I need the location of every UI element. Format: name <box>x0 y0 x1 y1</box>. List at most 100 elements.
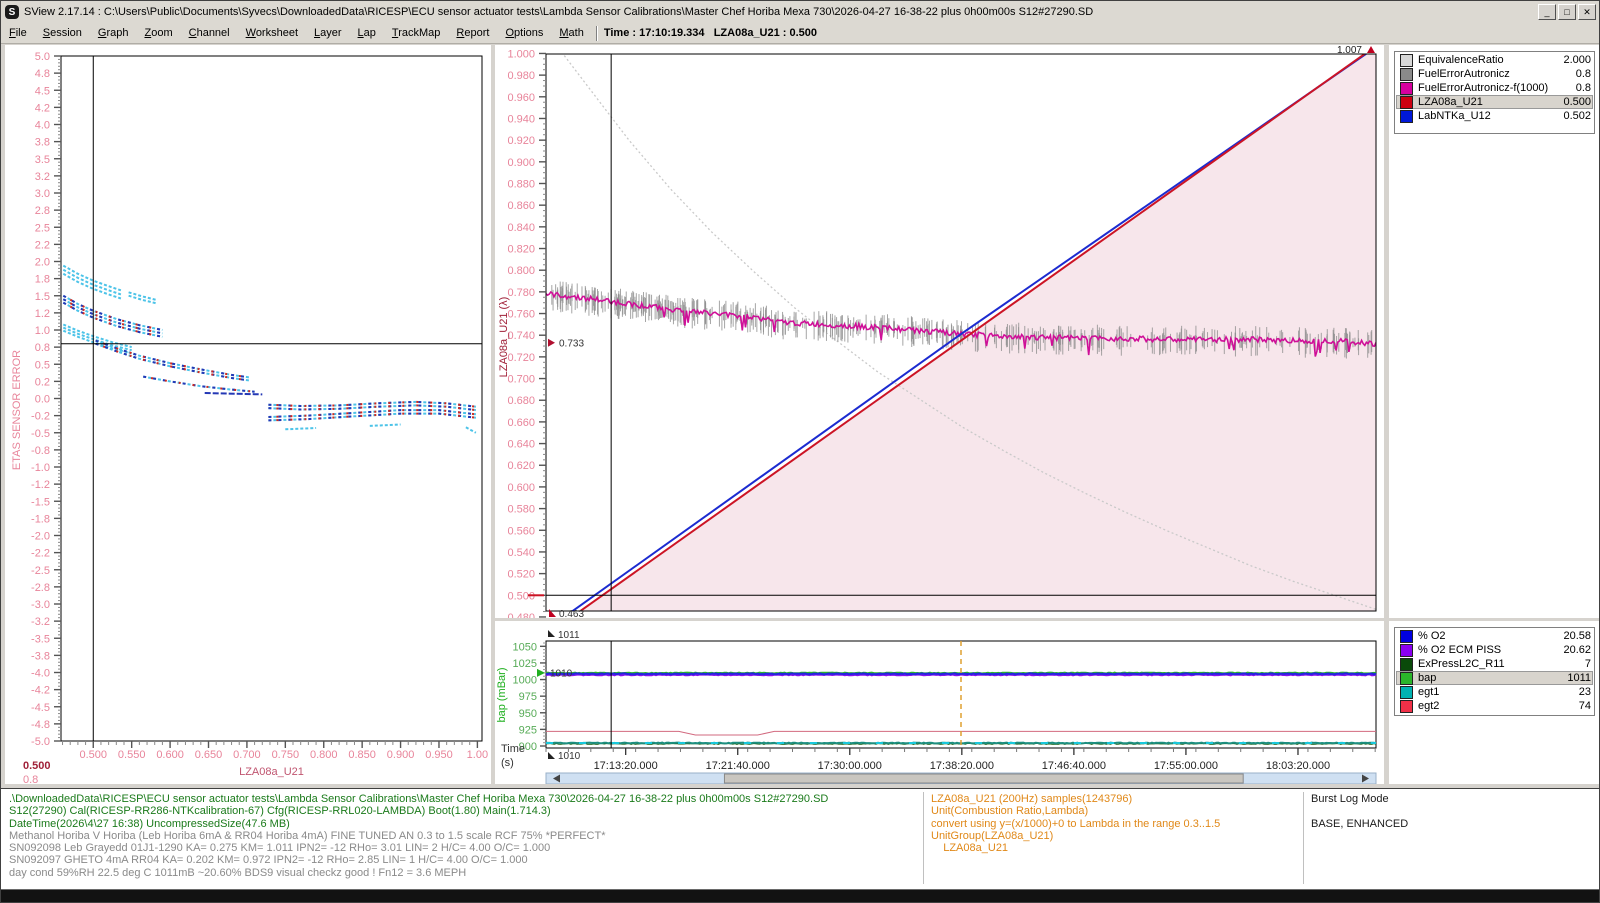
svg-text:-0.5: -0.5 <box>31 428 50 440</box>
maximize-button[interactable]: □ <box>1558 4 1576 20</box>
time-scrollbar[interactable] <box>546 773 1376 784</box>
menu-report[interactable]: Report <box>448 25 497 41</box>
menu-channel[interactable]: Channel <box>181 25 238 41</box>
strip-legend-row-expressl2c-r11[interactable]: ExPressL2C_R117 <box>1396 657 1593 671</box>
svg-text:0.980: 0.980 <box>507 70 535 82</box>
channel-value: 7 <box>1585 658 1591 670</box>
svg-text:0.850: 0.850 <box>348 749 376 761</box>
menu-math[interactable]: Math <box>551 25 591 41</box>
svg-text:-4.8: -4.8 <box>31 719 50 731</box>
lambda-plot-panel[interactable]: 0.4800.5000.5200.5400.5600.5800.6000.620… <box>495 45 1384 618</box>
svg-text:0.650: 0.650 <box>195 749 223 761</box>
main-legend-row-labntka-u12[interactable]: LabNTKa_U120.502 <box>1396 109 1593 123</box>
svg-text:0.860: 0.860 <box>507 200 535 212</box>
menu-lap[interactable]: Lap <box>350 25 384 41</box>
svg-text:0.950: 0.950 <box>425 749 453 761</box>
menu-graph[interactable]: Graph <box>90 25 137 41</box>
svg-text:17:38:20.000: 17:38:20.000 <box>930 760 994 772</box>
lambda-plot-svg[interactable]: 0.4800.5000.5200.5400.5600.5800.6000.620… <box>495 45 1384 618</box>
footer-file-info: .\DownloadedData\RICESP\ECU sensor actua… <box>9 793 914 879</box>
svg-text:4.8: 4.8 <box>35 68 50 80</box>
lambda-plot-axes: 0.4800.5000.5200.5400.5600.5800.6000.620… <box>507 48 546 618</box>
svg-text:-4.5: -4.5 <box>31 702 50 714</box>
svg-text:1010: 1010 <box>550 668 573 679</box>
footer-line: Unit(Combustion Ratio,Lambda) <box>931 805 1291 817</box>
footer-line: convert using y=(x/1000)+0 to Lambda in … <box>931 818 1291 830</box>
window-controls: _ □ ✕ <box>1538 4 1596 20</box>
channel-color-swatch <box>1400 82 1413 95</box>
footer-line: BASE, ENHANCED <box>1311 818 1591 830</box>
strip-legend-row-bap[interactable]: bap1011 <box>1396 671 1593 685</box>
menu-worksheet[interactable]: Worksheet <box>238 25 306 41</box>
bap-ylabel: bap (mBar) <box>496 667 508 722</box>
svg-text:0.580: 0.580 <box>507 504 535 516</box>
svg-text:0.733: 0.733 <box>559 338 584 349</box>
svg-text:0.900: 0.900 <box>387 749 415 761</box>
bap-strip-panel[interactable]: 105010251000975950925900bap (mBar)101110… <box>495 621 1384 784</box>
channel-value: 0.8 <box>1576 68 1591 80</box>
strip-legend-row-egt2[interactable]: egt274 <box>1396 699 1593 713</box>
svg-text:0.2: 0.2 <box>35 376 50 388</box>
main-legend-row-lza08a-u21[interactable]: LZA08a_U210.500 <box>1396 95 1593 109</box>
svg-text:4.2: 4.2 <box>35 102 50 114</box>
svg-text:975: 975 <box>519 691 537 703</box>
scrollbar-thumb[interactable] <box>724 774 1243 783</box>
svg-text:0.640: 0.640 <box>507 439 535 451</box>
svg-text:-2.0: -2.0 <box>31 531 50 543</box>
menu-zoom[interactable]: Zoom <box>136 25 180 41</box>
channel-label: % O2 <box>1418 630 1446 642</box>
menu-file[interactable]: File <box>1 25 35 41</box>
svg-text:17:30:00.000: 17:30:00.000 <box>818 760 882 772</box>
svg-text:0.840: 0.840 <box>507 222 535 234</box>
menu-session[interactable]: Session <box>35 25 90 41</box>
footer-log-mode: Burst Log Mode BASE, ENHANCED <box>1311 793 1591 830</box>
title-bar: S SView 2.17.14 : C:\Users\Public\Docume… <box>1 1 1599 24</box>
menu-layer[interactable]: Layer <box>306 25 350 41</box>
svg-text:1.007: 1.007 <box>1337 45 1362 56</box>
svg-text:0.0: 0.0 <box>35 394 50 406</box>
svg-text:17:55:00.000: 17:55:00.000 <box>1154 760 1218 772</box>
bap-strip-svg[interactable]: 105010251000975950925900bap (mBar)101110… <box>495 621 1384 784</box>
svg-text:0.680: 0.680 <box>507 395 535 407</box>
svg-text:0.600: 0.600 <box>156 749 184 761</box>
etas-error-plot-svg[interactable]: -5.0-4.8-4.5-4.2-4.0-3.8-3.5-3.2-3.0-2.8… <box>5 45 491 784</box>
channel-value: 20.62 <box>1563 644 1591 656</box>
menu-options[interactable]: Options <box>497 25 551 41</box>
close-button[interactable]: ✕ <box>1578 4 1596 20</box>
strip-legend-row-egt1[interactable]: egt123 <box>1396 685 1593 699</box>
svg-text:1.8: 1.8 <box>35 274 50 286</box>
channel-label: egt2 <box>1418 700 1439 712</box>
svg-text:-3.5: -3.5 <box>31 633 50 645</box>
channel-value: 0.502 <box>1563 110 1591 122</box>
svg-text:2.5: 2.5 <box>35 222 50 234</box>
svg-text:0.920: 0.920 <box>507 135 535 147</box>
menu-separator <box>596 26 598 41</box>
main-legend-row-fuelerrorautronicz-f-1000-[interactable]: FuelErrorAutronicz-f(1000)0.8 <box>1396 81 1593 95</box>
svg-text:0.760: 0.760 <box>507 309 535 321</box>
svg-text:1025: 1025 <box>513 658 537 670</box>
menu-trackmap[interactable]: TrackMap <box>384 25 449 41</box>
etas-error-plot-panel[interactable]: -5.0-4.8-4.5-4.2-4.0-3.8-3.5-3.2-3.0-2.8… <box>5 45 491 784</box>
left-plot-xlabel: LZA08a_U21 <box>239 766 304 778</box>
svg-text:950: 950 <box>519 708 537 720</box>
strip-legend-row--o2[interactable]: % O220.58 <box>1396 629 1593 643</box>
footer-line: Methanol Horiba V Horiba (Leb Horiba 6mA… <box>9 830 914 842</box>
svg-text:-1.2: -1.2 <box>31 479 50 491</box>
main-legend-row-fuelerrorautronicz[interactable]: FuelErrorAutronicz0.8 <box>1396 67 1593 81</box>
svg-text:0.550: 0.550 <box>118 749 146 761</box>
main-legend-row-equivalenceratio[interactable]: EquivalenceRatio2.000 <box>1396 53 1593 67</box>
footer-line: LZA08a_U21 (200Hz) samples(1243796) <box>931 793 1291 805</box>
footer-line: S12(27290) Cal(RICESP-RR286-NTKcalibrati… <box>9 805 914 817</box>
svg-text:2.2: 2.2 <box>35 239 50 251</box>
channel-label: LZA08a_U21 <box>1418 96 1483 108</box>
channel-value: 23 <box>1579 686 1591 698</box>
channel-color-swatch <box>1400 630 1413 643</box>
time-axis-unit: (s) <box>501 757 514 769</box>
svg-text:17:46:40.000: 17:46:40.000 <box>1042 760 1106 772</box>
footer-line: UnitGroup(LZA08a_U21) <box>931 830 1291 842</box>
svg-text:1000: 1000 <box>513 675 537 687</box>
svg-text:0.620: 0.620 <box>507 460 535 472</box>
channel-color-swatch <box>1400 672 1413 685</box>
strip-legend-row--o2-ecm-piss[interactable]: % O2 ECM PISS20.62 <box>1396 643 1593 657</box>
minimize-button[interactable]: _ <box>1538 4 1556 20</box>
